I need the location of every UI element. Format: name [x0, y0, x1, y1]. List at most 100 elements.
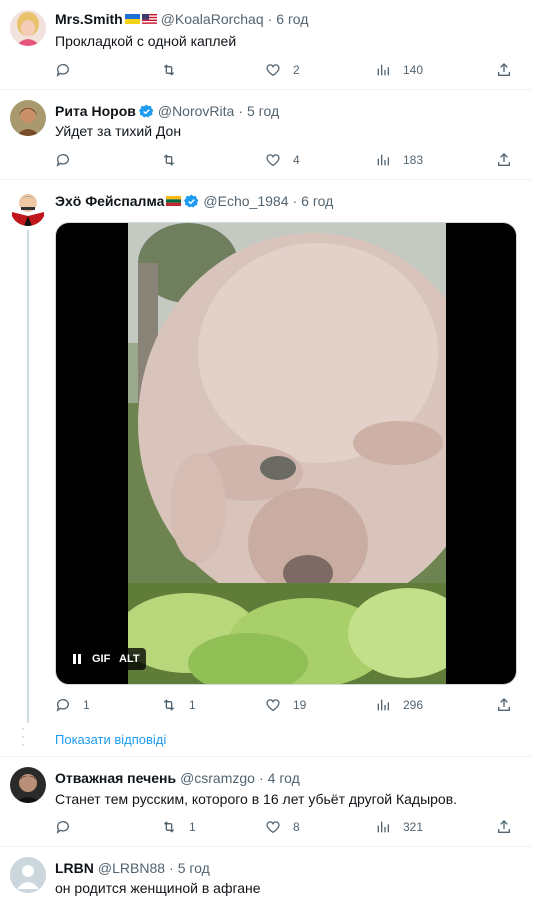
- show-replies-link[interactable]: Показати відповіді: [55, 732, 166, 747]
- user-handle[interactable]: @csramzgo: [180, 770, 255, 786]
- like-count: 19: [293, 698, 307, 712]
- retweet-button[interactable]: [161, 150, 189, 170]
- share-button[interactable]: [496, 60, 512, 80]
- tweet-text: Уйдет за тихий Дон: [55, 123, 182, 139]
- display-name[interactable]: Отважная печень: [55, 770, 176, 786]
- ukraine-flag-icon: [124, 14, 140, 24]
- timestamp[interactable]: 4 год: [268, 770, 300, 786]
- view-count: 321: [403, 820, 424, 834]
- action-bar: 4 183: [55, 150, 515, 170]
- heart-icon: [266, 699, 280, 712]
- avatar[interactable]: [10, 857, 46, 893]
- separator-dot: ·: [267, 11, 273, 27]
- views-icon: [377, 154, 389, 166]
- views-button[interactable]: 321: [375, 817, 423, 837]
- heart-icon: [266, 821, 280, 834]
- timestamp[interactable]: 6 год: [301, 193, 333, 209]
- like-count: 8: [293, 820, 300, 834]
- view-count: 296: [403, 698, 424, 712]
- pause-button[interactable]: [68, 648, 86, 670]
- view-count: 140: [403, 63, 424, 77]
- user-handle[interactable]: @Echo_1984: [203, 193, 288, 209]
- gif-media[interactable]: GIF ALT: [55, 222, 517, 685]
- avatar[interactable]: [10, 100, 46, 136]
- retweet-icon: [163, 64, 175, 76]
- tweet-text: Прокладкой с одной каплей: [55, 33, 237, 49]
- separator-dot: ·: [292, 193, 298, 209]
- retweet-button[interactable]: 1: [161, 695, 196, 715]
- alt-button[interactable]: ALT: [113, 648, 146, 670]
- views-button[interactable]: 183: [375, 150, 423, 170]
- reply-count: 1: [83, 698, 90, 712]
- action-bar: 2 140: [55, 60, 515, 80]
- user-handle[interactable]: @KoalaRorchaq: [161, 11, 264, 27]
- lithuania-flag-icon: [166, 196, 182, 206]
- share-icon: [498, 153, 510, 166]
- reply-button[interactable]: [55, 60, 83, 80]
- timestamp[interactable]: 6 год: [276, 11, 308, 27]
- reply-icon: [56, 64, 69, 77]
- timestamp[interactable]: 5 год: [178, 860, 210, 876]
- avatar[interactable]: [10, 190, 46, 226]
- pause-icon: [73, 654, 81, 664]
- tweet[interactable]: Рита Норов @NorovRita · 5 год Уйдет за т…: [0, 90, 533, 180]
- action-bar: 1 8 321: [55, 817, 515, 837]
- like-button[interactable]: 8: [265, 817, 300, 837]
- reply-button[interactable]: 1: [55, 695, 90, 715]
- retweet-button[interactable]: [161, 60, 189, 80]
- thread-dot: [22, 728, 24, 730]
- views-icon: [377, 699, 389, 711]
- us-flag-icon: [141, 14, 157, 24]
- gif-badge: GIF: [86, 648, 117, 670]
- separator-dot: ·: [258, 770, 264, 786]
- like-button[interactable]: 4: [265, 150, 300, 170]
- reply-icon: [56, 154, 69, 167]
- thread-dot: [22, 736, 24, 738]
- retweet-count: 1: [189, 820, 196, 834]
- user-handle[interactable]: @NorovRita: [158, 103, 234, 119]
- tweet[interactable]: Mrs.Smith @KoalaRorchaq · 6 год Прокладк…: [0, 0, 533, 90]
- view-count: 183: [403, 153, 424, 167]
- like-count: 2: [293, 63, 300, 77]
- tweet[interactable]: LRBN @LRBN88 · 5 год он родится женщиной…: [0, 847, 533, 903]
- views-icon: [377, 821, 389, 833]
- display-name[interactable]: Рита Норов: [55, 103, 136, 119]
- like-button[interactable]: 2: [265, 60, 300, 80]
- display-name[interactable]: Эхӧ Фейспалма: [55, 193, 164, 209]
- like-button[interactable]: 19: [265, 695, 306, 715]
- reply-button[interactable]: [55, 817, 83, 837]
- retweet-count: 1: [189, 698, 196, 712]
- tweet[interactable]: Отважная печень @csramzgo · 4 год Станет…: [0, 757, 533, 847]
- reply-icon: [56, 821, 69, 834]
- share-button[interactable]: [496, 150, 512, 170]
- views-button[interactable]: 140: [375, 60, 423, 80]
- retweet-icon: [163, 821, 175, 833]
- separator-dot: ·: [169, 860, 174, 876]
- heart-icon: [266, 154, 280, 167]
- action-bar: 1 1 19 296: [55, 695, 515, 715]
- avatar[interactable]: [10, 767, 46, 803]
- retweet-button[interactable]: 1: [161, 817, 196, 837]
- retweet-icon: [163, 154, 175, 166]
- reply-icon: [56, 699, 69, 712]
- gif-image[interactable]: [128, 223, 446, 684]
- verified-badge-icon: [138, 104, 154, 117]
- share-icon: [498, 63, 510, 76]
- user-handle[interactable]: @LRBN88: [98, 860, 165, 876]
- reply-button[interactable]: [55, 150, 83, 170]
- display-name[interactable]: Mrs.Smith: [55, 11, 123, 27]
- separator-dot: ·: [238, 103, 243, 119]
- heart-icon: [266, 64, 280, 77]
- like-count: 4: [293, 153, 300, 167]
- views-icon: [377, 64, 389, 76]
- share-icon: [498, 698, 510, 711]
- tweet-text: он родится женщиной в афгане: [55, 880, 261, 896]
- timestamp[interactable]: 5 год: [247, 103, 279, 119]
- share-button[interactable]: [496, 695, 512, 715]
- verified-badge-icon: [184, 194, 199, 207]
- retweet-icon: [163, 699, 175, 711]
- avatar[interactable]: [10, 10, 46, 46]
- share-button[interactable]: [496, 817, 512, 837]
- display-name[interactable]: LRBN: [55, 860, 94, 876]
- views-button[interactable]: 296: [375, 695, 423, 715]
